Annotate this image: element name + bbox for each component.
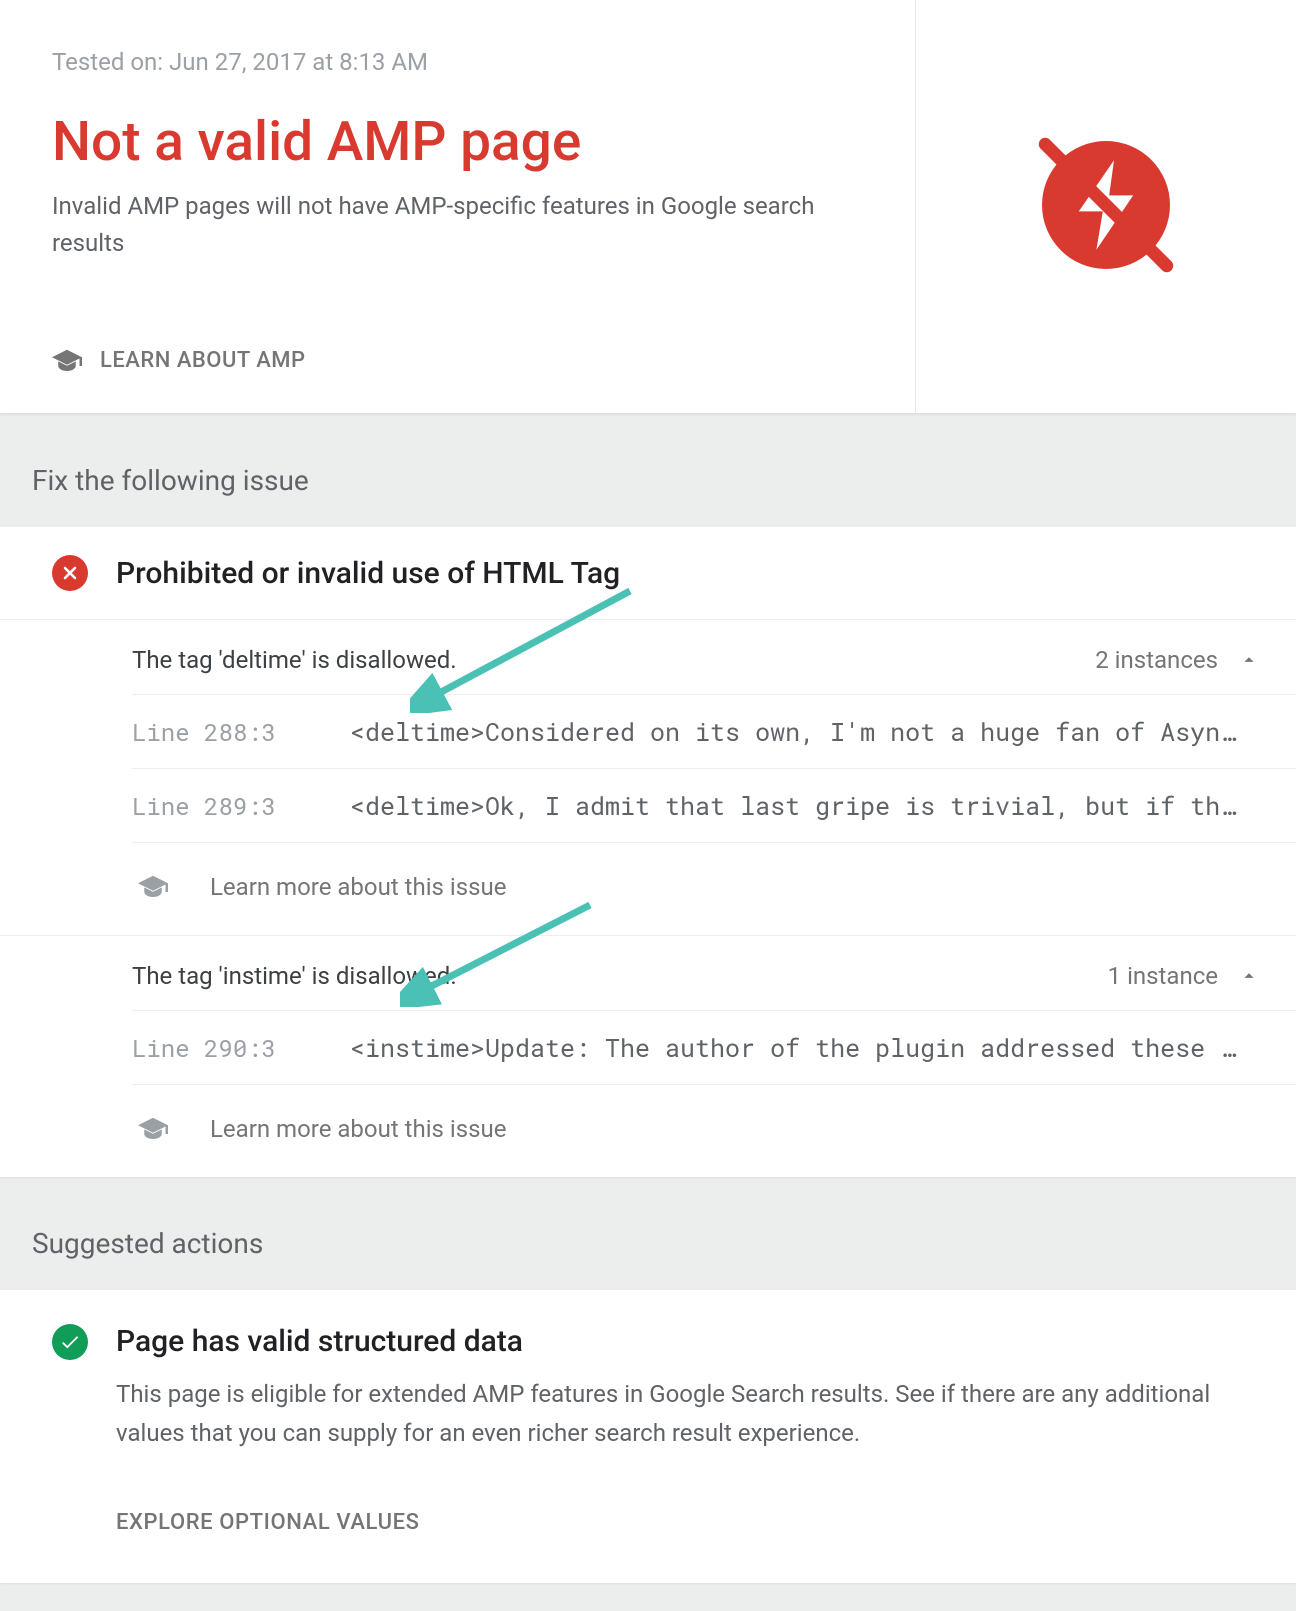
sub-issue-instime: The tag 'instime' is disallowed. 1 insta…	[0, 936, 1296, 1177]
learn-more-link[interactable]: Learn more about this issue	[132, 843, 1296, 935]
result-status-icon-area	[916, 0, 1296, 413]
tested-on-text: Tested on: Jun 27, 2017 at 8:13 AM	[52, 48, 863, 76]
code-row[interactable]: Line 290:3 <instime>Update: The author o…	[132, 1011, 1296, 1085]
sub-issue-deltime: The tag 'deltime' is disallowed. 2 insta…	[0, 620, 1296, 936]
code-snippet: <deltime>Ok, I admit that last gripe is …	[350, 789, 1260, 822]
explore-optional-values-link[interactable]: EXPLORE OPTIONAL VALUES	[116, 1510, 1244, 1535]
sub-issue-header[interactable]: The tag 'instime' is disallowed. 1 insta…	[132, 936, 1296, 1011]
learn-more-label: Learn more about this issue	[210, 873, 506, 901]
suggested-row: Page has valid structured data This page…	[0, 1290, 1296, 1583]
code-row[interactable]: Line 288:3 <deltime>Considered on its ow…	[132, 695, 1296, 769]
suggested-subtitle: This page is eligible for extended AMP f…	[116, 1375, 1244, 1452]
instances-count: 1 instance	[1108, 962, 1218, 990]
instances-toggle[interactable]: 1 instance	[1108, 962, 1260, 990]
sub-issue-title: The tag 'deltime' is disallowed.	[132, 646, 1095, 674]
graduation-cap-icon	[138, 875, 168, 899]
graduation-cap-icon	[52, 349, 82, 373]
chevron-up-icon	[1238, 649, 1260, 671]
instances-count: 2 instances	[1095, 646, 1218, 674]
line-ref: Line 290:3	[132, 1032, 350, 1064]
graduation-cap-icon	[138, 1117, 168, 1141]
code-row[interactable]: Line 289:3 <deltime>Ok, I admit that las…	[132, 769, 1296, 843]
suggested-title: Page has valid structured data	[116, 1324, 1244, 1359]
code-snippet: <deltime>Considered on its own, I'm not …	[350, 715, 1260, 748]
amp-invalid-icon	[1026, 125, 1186, 289]
learn-about-amp-link[interactable]: LEARN ABOUT AMP	[52, 348, 863, 373]
result-header-main: Tested on: Jun 27, 2017 at 8:13 AM Not a…	[0, 0, 916, 413]
suggested-content: Page has valid structured data This page…	[116, 1324, 1244, 1565]
code-snippet: <instime>Update: The author of the plugi…	[350, 1031, 1260, 1064]
section-heading-fix: Fix the following issue	[0, 414, 1296, 527]
result-title: Not a valid AMP page	[52, 110, 863, 174]
instances-toggle[interactable]: 2 instances	[1095, 646, 1260, 674]
line-ref: Line 288:3	[132, 716, 350, 748]
result-header-card: Tested on: Jun 27, 2017 at 8:13 AM Not a…	[0, 0, 1296, 414]
issue-title: Prohibited or invalid use of HTML Tag	[116, 556, 620, 591]
error-icon	[52, 555, 88, 591]
learn-more-link[interactable]: Learn more about this issue	[132, 1085, 1296, 1177]
sub-issue-title: The tag 'instime' is disallowed.	[132, 962, 1108, 990]
learn-about-amp-label: LEARN ABOUT AMP	[100, 348, 306, 373]
issue-card: Prohibited or invalid use of HTML Tag Th…	[0, 527, 1296, 1177]
learn-more-label: Learn more about this issue	[210, 1115, 506, 1143]
result-subtitle: Invalid AMP pages will not have AMP-spec…	[52, 188, 852, 262]
suggested-action-card: Page has valid structured data This page…	[0, 1290, 1296, 1583]
section-heading-suggested: Suggested actions	[0, 1177, 1296, 1290]
line-ref: Line 289:3	[132, 790, 350, 822]
check-icon	[52, 1324, 88, 1360]
sub-issue-header[interactable]: The tag 'deltime' is disallowed. 2 insta…	[132, 620, 1296, 695]
issue-header: Prohibited or invalid use of HTML Tag	[0, 527, 1296, 620]
chevron-up-icon	[1238, 965, 1260, 987]
